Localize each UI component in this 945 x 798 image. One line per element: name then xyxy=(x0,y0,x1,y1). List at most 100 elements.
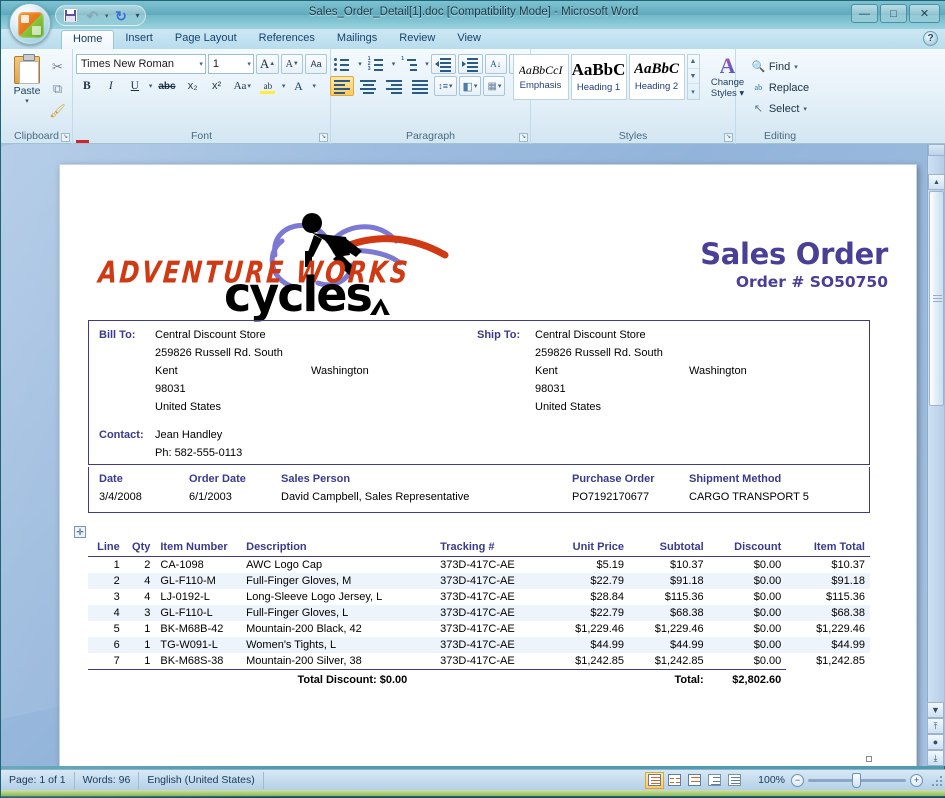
align-center-button[interactable] xyxy=(356,76,380,96)
table-row[interactable]: 4 3 GL-F110-L Full-Finger Gloves, L 373D… xyxy=(88,605,870,621)
font-name-combo[interactable]: Times New Roman ▾ xyxy=(75,54,206,74)
table-row[interactable]: 3 4 LJ-0192-L Long-Sleeve Logo Jersey, L… xyxy=(88,589,870,605)
tab-view[interactable]: View xyxy=(446,30,492,49)
table-row[interactable]: 6 1 TG-W091-L Women's Tights, L 373D-417… xyxy=(88,637,870,653)
font-color-button[interactable]: A xyxy=(76,76,309,143)
style-heading-1[interactable]: AaBbC Heading 1 xyxy=(570,54,627,100)
numbering-button[interactable]: 1 2 3 xyxy=(364,54,389,74)
previous-page-button[interactable]: ⤒ xyxy=(927,718,944,734)
help-icon[interactable]: ? xyxy=(923,31,938,46)
underline-chevron-down-icon[interactable]: ▾ xyxy=(149,82,153,90)
clear-formatting-button[interactable]: Aa xyxy=(305,54,328,74)
tab-page-layout[interactable]: Page Layout xyxy=(164,30,248,49)
table-move-handle[interactable]: ✛ xyxy=(74,526,86,538)
view-web-layout-button[interactable] xyxy=(685,772,704,789)
highlight-chevron-down-icon[interactable]: ▾ xyxy=(282,82,286,90)
text-highlight-button[interactable]: ab xyxy=(257,76,279,96)
decrease-indent-button[interactable] xyxy=(430,54,456,74)
document-page[interactable]: ADVENTURE WORKS cycles Sales Order Order… xyxy=(59,164,917,766)
superscript-button[interactable]: x² xyxy=(206,76,228,96)
multilevel-list-button[interactable]: 1 xyxy=(397,54,422,74)
scrollbar-thumb[interactable] xyxy=(929,191,944,406)
maximize-button[interactable]: □ xyxy=(880,4,907,23)
tab-insert[interactable]: Insert xyxy=(114,30,164,49)
tab-references[interactable]: References xyxy=(248,30,326,49)
underline-button[interactable]: U xyxy=(124,76,146,96)
cut-icon[interactable]: ✂ xyxy=(48,57,67,76)
view-print-layout-button[interactable] xyxy=(645,771,665,789)
line-spacing-button[interactable]: ↕≡ ▾ xyxy=(434,76,457,96)
view-draft-button[interactable] xyxy=(725,772,744,789)
minimize-button[interactable]: — xyxy=(851,4,878,23)
office-button[interactable] xyxy=(9,3,51,45)
italic-button[interactable]: I xyxy=(100,76,122,96)
bullets-button[interactable] xyxy=(330,54,355,74)
find-button[interactable]: 🔍 Find ▾ xyxy=(749,56,800,77)
zoom-thumb[interactable] xyxy=(852,772,861,788)
page-indicator[interactable]: Page: 1 of 1 xyxy=(1,771,75,789)
close-button[interactable]: ✕ xyxy=(909,4,940,23)
bold-button[interactable]: B xyxy=(76,76,98,96)
undo-dropdown-icon[interactable]: ▾ xyxy=(105,12,109,20)
word-count[interactable]: Words: 96 xyxy=(75,771,140,789)
tab-home[interactable]: Home xyxy=(61,30,115,49)
scroll-down-button[interactable]: ▼ xyxy=(927,702,944,718)
style-scroll-down-icon[interactable]: ▼ xyxy=(687,70,699,84)
style-gallery-scrollbar[interactable]: ▲ ▼ ▾ xyxy=(686,54,700,100)
zoom-track[interactable] xyxy=(808,772,906,788)
style-more-icon[interactable]: ▾ xyxy=(688,85,699,99)
numbering-chevron-down-icon[interactable]: ▾ xyxy=(392,60,396,68)
paste-dropdown-icon[interactable]: ▾ xyxy=(25,97,29,105)
font-dialog-launcher[interactable]: ↘ xyxy=(319,133,328,142)
change-case-button[interactable]: Aa ▾ xyxy=(230,76,255,96)
table-row[interactable]: 1 2 CA-1098 AWC Logo Cap 373D-417C-AE $5… xyxy=(88,557,870,574)
zoom-slider[interactable]: − + xyxy=(791,772,929,788)
strikethrough-button[interactable]: abc xyxy=(154,76,179,96)
borders-button[interactable]: ▦ ▾ xyxy=(483,76,506,96)
style-scroll-up-icon[interactable]: ▲ xyxy=(687,55,699,69)
table-row[interactable]: 5 1 BK-M68B-42 Mountain-200 Black, 42 37… xyxy=(88,621,870,637)
redo-icon[interactable]: ↻ xyxy=(112,7,131,24)
scroll-up-button[interactable]: ▲ xyxy=(928,174,945,190)
paragraph-dialog-launcher[interactable]: ↘ xyxy=(519,133,528,142)
font-size-combo[interactable]: 1 ▾ xyxy=(207,54,254,74)
tab-review[interactable]: Review xyxy=(388,30,446,49)
resize-grip-icon[interactable] xyxy=(929,773,943,787)
grow-font-button[interactable]: A ▲ xyxy=(255,54,280,74)
bullets-chevron-down-icon[interactable]: ▾ xyxy=(358,60,362,68)
zoom-in-button[interactable]: + xyxy=(910,773,923,787)
vertical-scrollbar[interactable]: ▲ ▼ ⤒ ● ⤓ xyxy=(927,144,945,766)
multilevel-chevron-down-icon[interactable]: ▾ xyxy=(425,60,429,68)
split-window-handle[interactable] xyxy=(928,144,945,156)
copy-icon[interactable]: ⧉ xyxy=(48,79,67,98)
style-heading-2[interactable]: AaBbC Heading 2 xyxy=(628,54,685,100)
align-right-button[interactable] xyxy=(382,76,406,96)
subscript-button[interactable]: x₂ xyxy=(182,76,204,96)
paste-button[interactable]: Paste ▾ xyxy=(6,54,48,105)
undo-icon[interactable]: ↶ xyxy=(83,7,102,24)
shading-button[interactable]: ◧ ▾ xyxy=(458,76,482,96)
zoom-level[interactable]: 100% xyxy=(752,774,791,786)
sort-button[interactable]: A↓ xyxy=(484,54,507,74)
select-browse-object-button[interactable]: ● xyxy=(927,734,944,750)
zoom-out-button[interactable]: − xyxy=(791,773,804,787)
shrink-font-button[interactable]: A ▼ xyxy=(281,54,304,74)
next-page-button[interactable]: ⤓ xyxy=(927,750,944,766)
replace-button[interactable]: ab Replace xyxy=(749,77,811,98)
table-row[interactable]: 7 1 BK-M68S-38 Mountain-200 Silver, 38 3… xyxy=(88,653,870,670)
language-indicator[interactable]: English (United States) xyxy=(139,771,264,789)
view-outline-button[interactable] xyxy=(705,772,724,789)
select-button[interactable]: ↖ Select ▾ xyxy=(749,98,809,119)
save-icon[interactable] xyxy=(61,7,80,24)
increase-indent-button[interactable] xyxy=(457,54,483,74)
font-color-chevron-down-icon[interactable]: ▾ xyxy=(312,82,316,90)
clipboard-dialog-launcher[interactable]: ↘ xyxy=(61,133,70,142)
align-left-button[interactable] xyxy=(330,76,355,96)
format-painter-icon[interactable]: 🖌 xyxy=(48,101,67,120)
table-row[interactable]: 2 4 GL-F110-M Full-Finger Gloves, M 373D… xyxy=(88,573,870,589)
customize-qat-icon[interactable]: ▾ xyxy=(134,11,140,20)
styles-dialog-launcher[interactable]: ↘ xyxy=(724,133,733,142)
view-full-screen-reading-button[interactable] xyxy=(665,772,684,789)
document-canvas[interactable]: ADVENTURE WORKS cycles Sales Order Order… xyxy=(1,144,945,766)
justify-button[interactable] xyxy=(408,76,432,96)
